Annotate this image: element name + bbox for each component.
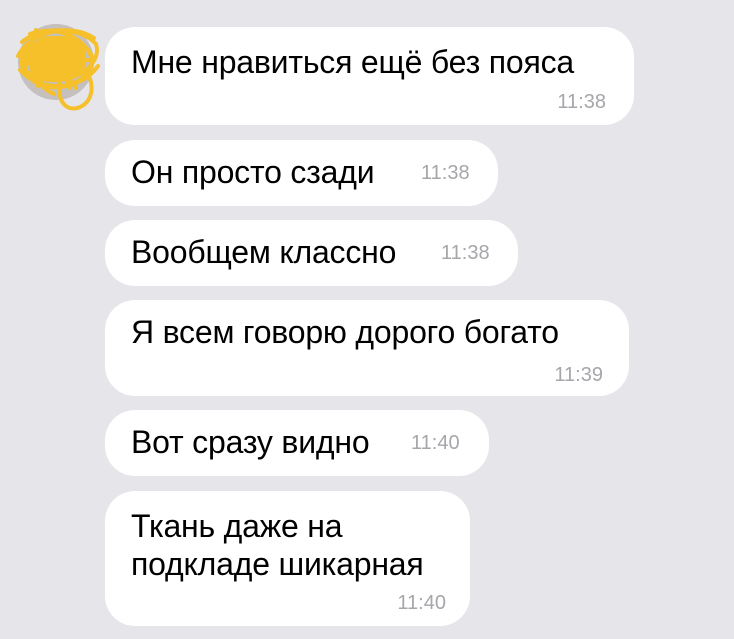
- message-bubble[interactable]: Вот сразу видно 11:40: [105, 410, 489, 476]
- message-text: Вот сразу видно: [131, 424, 370, 460]
- message-text: Мне нравиться ещё без пояса: [131, 44, 574, 80]
- message-text: Вообщем классно: [131, 234, 397, 270]
- avatar-redacted-scribble-icon: [16, 24, 100, 111]
- chat-screen: Мне нравиться ещё без пояса 11:38 Он про…: [0, 0, 734, 639]
- message-bubble[interactable]: Ткань даже на подкладе шикарная 11:40: [105, 491, 470, 626]
- avatar[interactable]: [10, 22, 102, 114]
- message-bubble[interactable]: Я всем говорю дорого богато 11:39: [105, 300, 629, 396]
- message-text: Он просто сзади: [131, 154, 375, 190]
- message-bubble[interactable]: Мне нравиться ещё без пояса 11:38: [105, 27, 634, 125]
- message-bubble[interactable]: Вообщем классно 11:38: [105, 220, 518, 286]
- message-timestamp: 11:40: [411, 432, 460, 454]
- message-bubble[interactable]: Он просто сзади 11:38: [105, 140, 498, 206]
- message-text: Я всем говорю дорого богато: [131, 314, 559, 350]
- message-timestamp: 11:40: [397, 592, 446, 614]
- message-timestamp: 11:38: [441, 242, 490, 264]
- message-text: Ткань даже на подкладе шикарная: [131, 508, 424, 582]
- message-timestamp: 11:38: [421, 162, 470, 184]
- message-timestamp: 11:39: [554, 364, 603, 386]
- message-timestamp: 11:38: [557, 91, 606, 113]
